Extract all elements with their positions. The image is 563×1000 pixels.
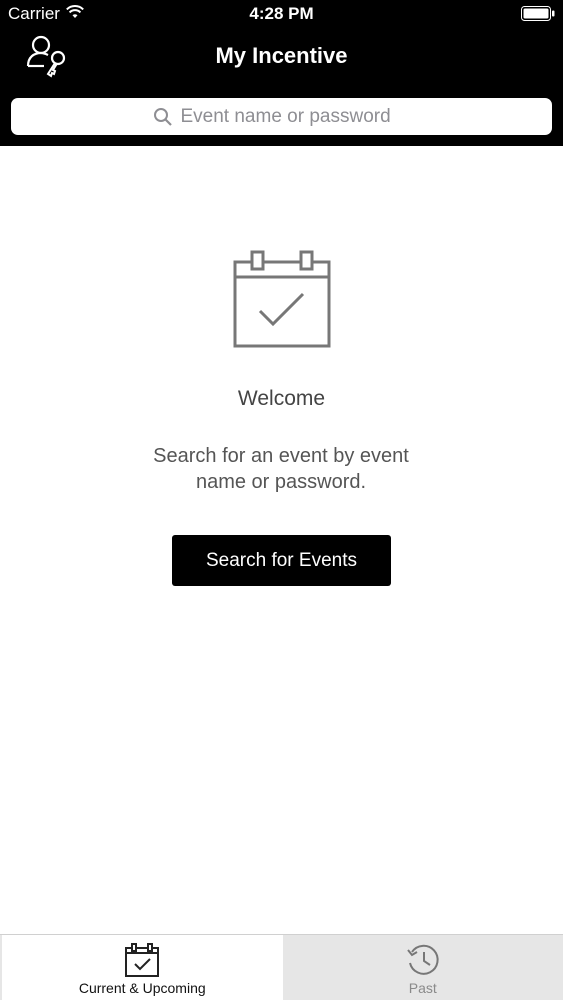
tab-bar: Current & Upcoming Past <box>0 934 563 1000</box>
status-bar: Carrier 4:28 PM <box>0 0 563 28</box>
history-clock-icon <box>406 944 439 975</box>
tab-past[interactable]: Past <box>282 935 563 1000</box>
header: Carrier 4:28 PM My Incentive Event name … <box>0 0 563 146</box>
search-icon <box>153 107 172 126</box>
app-screen: Carrier 4:28 PM My Incentive Event name … <box>0 0 563 1000</box>
calendar-check-icon <box>125 943 160 977</box>
search-bar[interactable] <box>11 98 552 135</box>
welcome-description: Search for an event by event name or pas… <box>153 445 409 493</box>
tab-label: Current & Upcoming <box>78 980 206 996</box>
page-title: My Incentive <box>215 43 348 68</box>
calendar-check-icon <box>233 250 331 348</box>
status-time: 4:28 PM <box>249 4 314 23</box>
tab-label: Past <box>408 980 437 996</box>
search-for-events-button[interactable]: Search for Events <box>172 535 391 586</box>
search-input[interactable] <box>180 105 411 128</box>
tab-current-upcoming[interactable]: Current & Upcoming <box>0 935 283 1000</box>
empty-state: Welcome Search for an event by event nam… <box>0 146 563 934</box>
navigation-bar: My Incentive <box>0 28 563 88</box>
welcome-title: Welcome <box>237 387 326 410</box>
battery-full-icon <box>521 6 555 21</box>
